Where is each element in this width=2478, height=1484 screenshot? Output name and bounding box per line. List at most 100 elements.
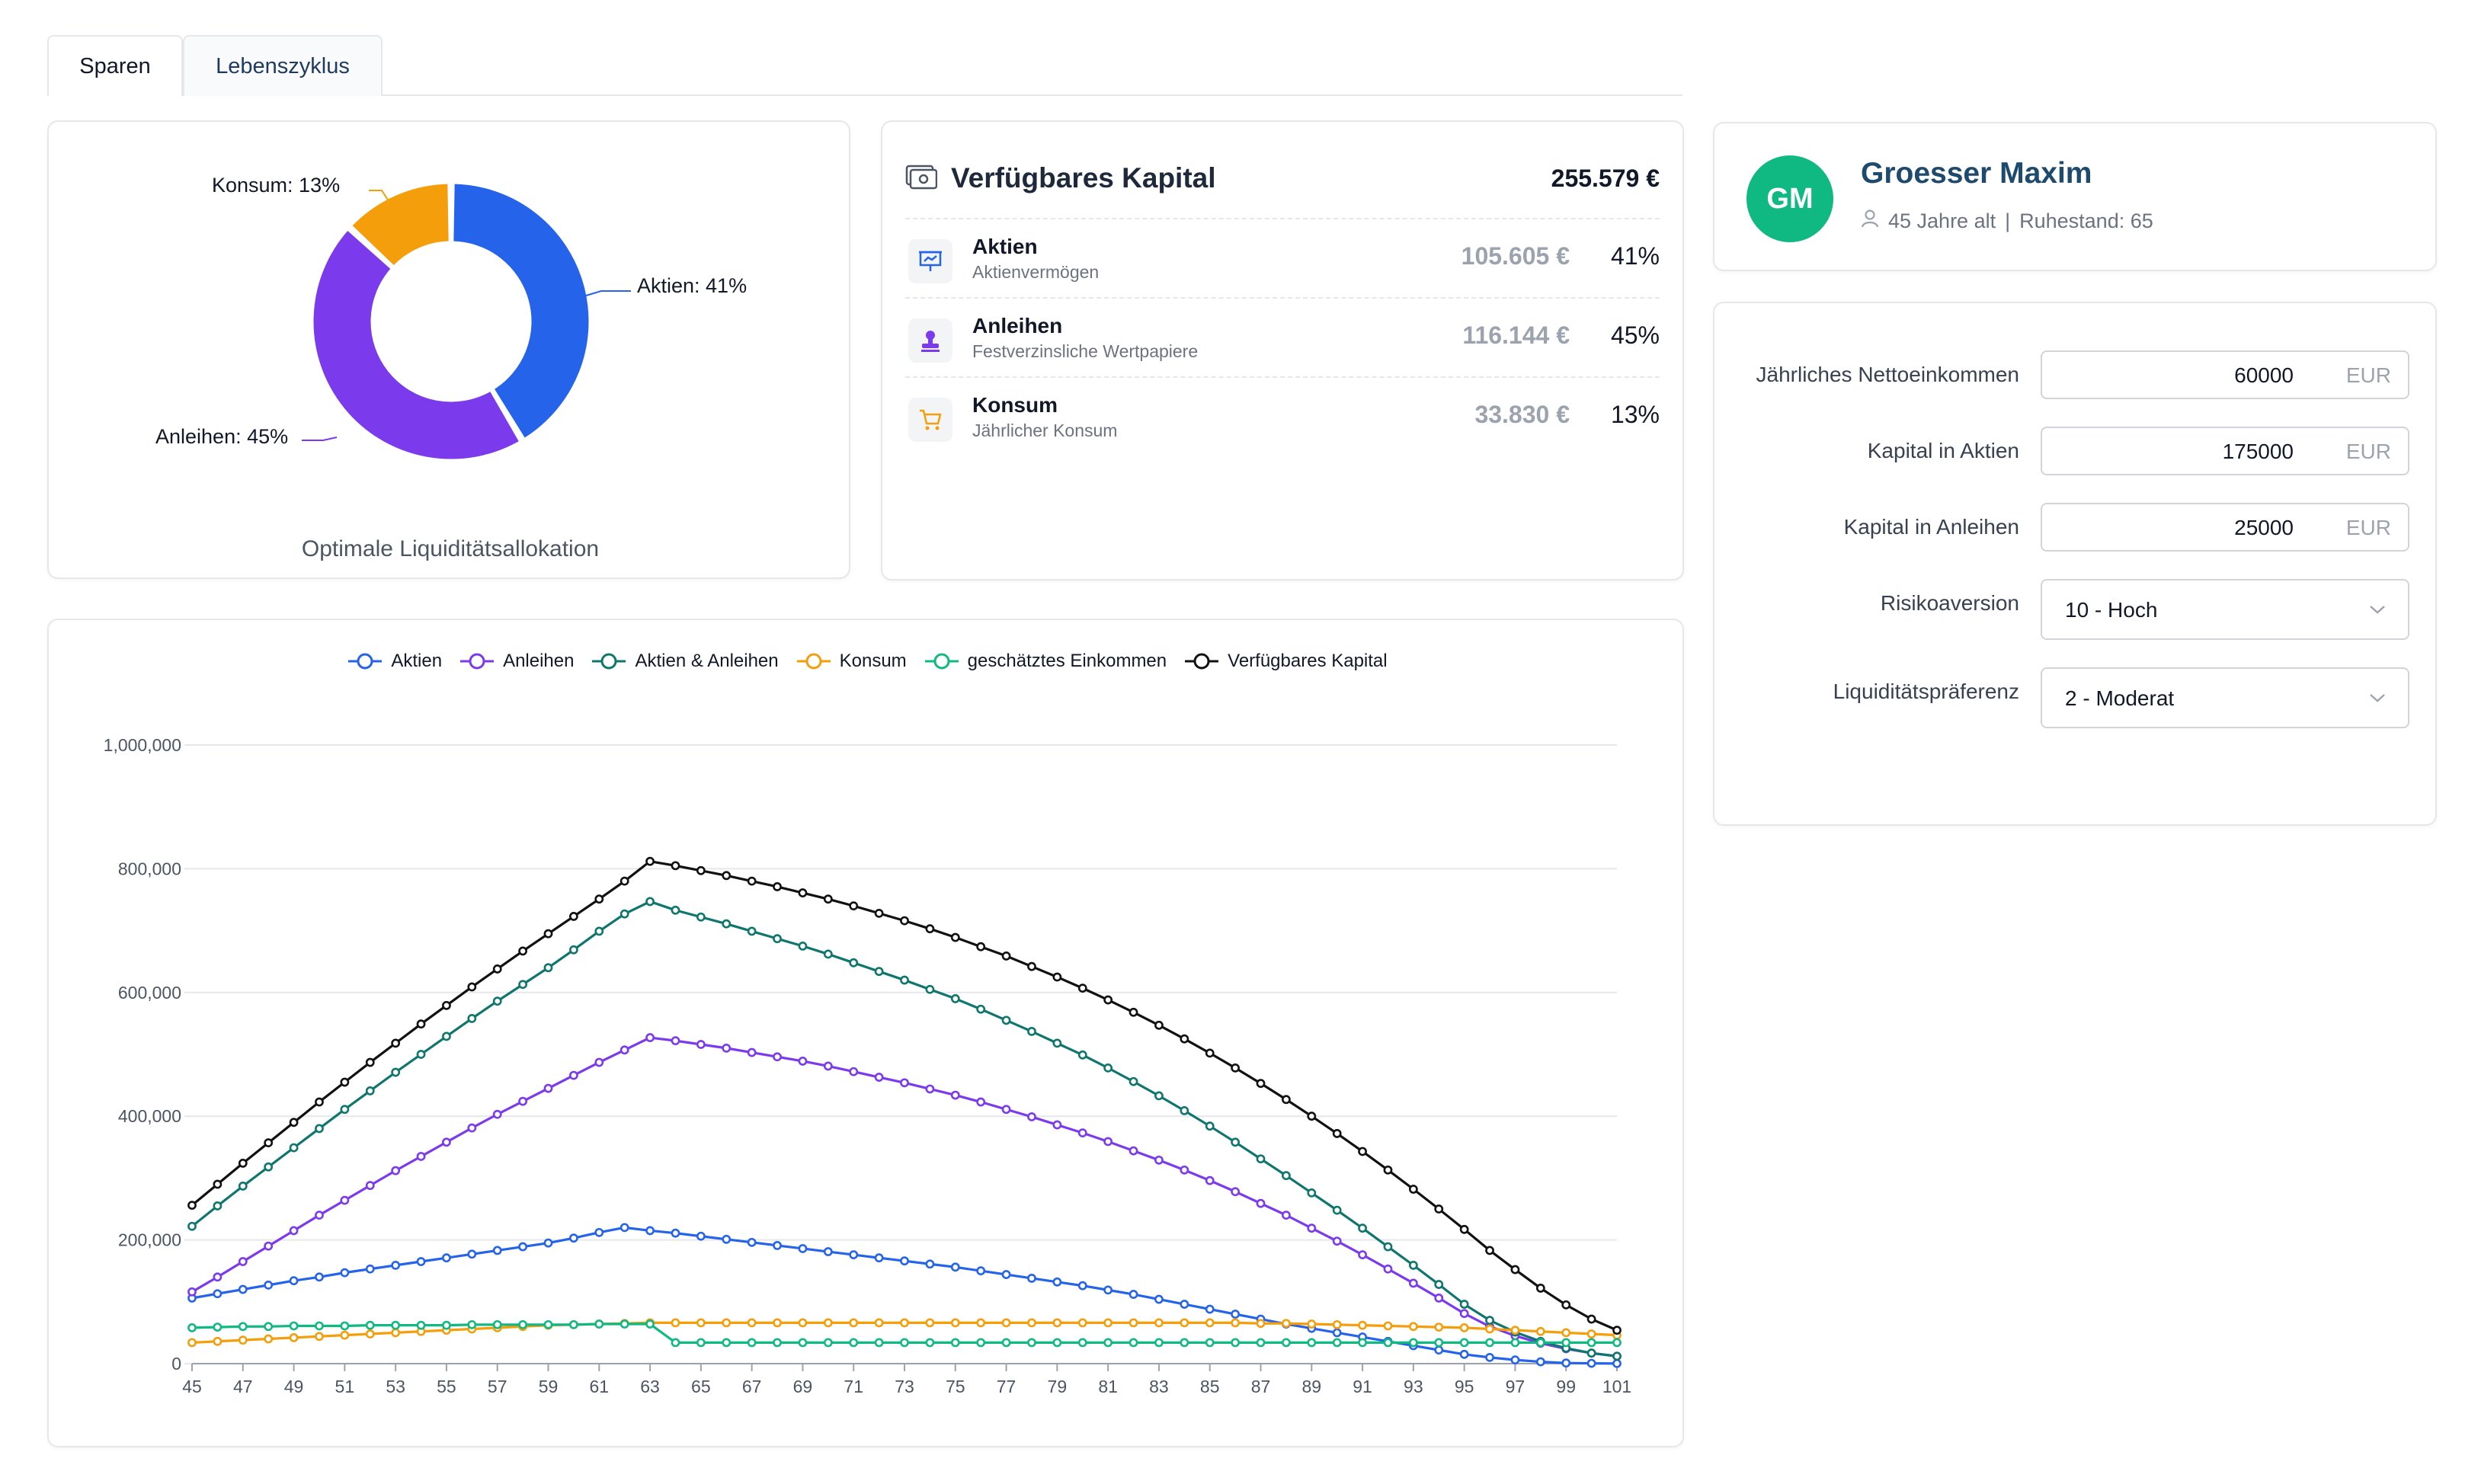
data-point[interactable] bbox=[1027, 1338, 1036, 1348]
data-point[interactable] bbox=[620, 1045, 629, 1055]
data-point[interactable] bbox=[340, 1321, 350, 1331]
data-point[interactable] bbox=[1307, 1319, 1317, 1329]
data-point[interactable] bbox=[874, 1253, 884, 1263]
data-point[interactable] bbox=[1281, 1171, 1291, 1181]
data-point[interactable] bbox=[1231, 1338, 1241, 1348]
data-point[interactable] bbox=[1434, 1280, 1444, 1289]
risk-select[interactable]: 10 - Hoch bbox=[2041, 579, 2409, 640]
data-point[interactable] bbox=[1586, 1314, 1596, 1324]
data-point[interactable] bbox=[1256, 1338, 1266, 1348]
data-point[interactable] bbox=[492, 1319, 502, 1329]
data-point[interactable] bbox=[1510, 1265, 1520, 1275]
data-point[interactable] bbox=[187, 1201, 197, 1211]
data-point[interactable] bbox=[1561, 1300, 1571, 1310]
data-point[interactable] bbox=[849, 1318, 859, 1328]
data-point[interactable] bbox=[925, 984, 935, 994]
data-point[interactable] bbox=[1154, 1020, 1164, 1030]
data-point[interactable] bbox=[620, 909, 629, 919]
data-point[interactable] bbox=[1205, 1304, 1215, 1314]
data-point[interactable] bbox=[1052, 972, 1062, 982]
data-point[interactable] bbox=[1535, 1338, 1545, 1348]
data-point[interactable] bbox=[238, 1322, 248, 1332]
data-point[interactable] bbox=[391, 1320, 401, 1330]
data-point[interactable] bbox=[289, 1321, 299, 1331]
data-point[interactable] bbox=[416, 1257, 426, 1266]
data-point[interactable] bbox=[849, 1067, 859, 1076]
data-point[interactable] bbox=[365, 1181, 375, 1191]
data-point[interactable] bbox=[1459, 1224, 1469, 1234]
data-point[interactable] bbox=[722, 1318, 732, 1328]
data-point[interactable] bbox=[1307, 1111, 1317, 1121]
data-point[interactable] bbox=[1307, 1338, 1317, 1348]
data-point[interactable] bbox=[365, 1329, 375, 1338]
data-point[interactable] bbox=[874, 967, 884, 977]
data-point[interactable] bbox=[900, 1318, 909, 1328]
data-point[interactable] bbox=[340, 1105, 350, 1115]
data-point[interactable] bbox=[1383, 1242, 1393, 1252]
data-point[interactable] bbox=[289, 1276, 299, 1286]
data-point[interactable] bbox=[416, 1050, 426, 1059]
data-point[interactable] bbox=[798, 1244, 808, 1253]
data-point[interactable] bbox=[747, 1338, 757, 1348]
data-point[interactable] bbox=[645, 856, 655, 866]
data-point[interactable] bbox=[1459, 1300, 1469, 1309]
data-point[interactable] bbox=[773, 1318, 782, 1328]
data-point[interactable] bbox=[1434, 1204, 1444, 1214]
data-point[interactable] bbox=[823, 894, 833, 904]
data-point[interactable] bbox=[645, 1226, 655, 1236]
data-point[interactable] bbox=[1205, 1121, 1215, 1131]
data-point[interactable] bbox=[696, 1040, 706, 1049]
data-point[interactable] bbox=[543, 963, 553, 973]
data-point[interactable] bbox=[1485, 1246, 1494, 1255]
data-point[interactable] bbox=[213, 1272, 223, 1282]
data-point[interactable] bbox=[1332, 1328, 1342, 1338]
data-point[interactable] bbox=[442, 1253, 451, 1263]
data-point[interactable] bbox=[594, 1319, 604, 1329]
data-point[interactable] bbox=[391, 1166, 401, 1175]
data-point[interactable] bbox=[976, 1338, 986, 1348]
data-point[interactable] bbox=[568, 1070, 578, 1080]
pie-slice-anleihen[interactable] bbox=[311, 227, 522, 462]
data-point[interactable] bbox=[849, 901, 859, 911]
data-point[interactable] bbox=[1332, 1236, 1342, 1246]
data-point[interactable] bbox=[620, 1319, 629, 1329]
data-point[interactable] bbox=[416, 1320, 426, 1330]
data-point[interactable] bbox=[976, 1266, 986, 1276]
data-point[interactable] bbox=[798, 888, 808, 897]
data-point[interactable] bbox=[976, 942, 986, 951]
data-point[interactable] bbox=[1231, 1063, 1241, 1073]
data-point[interactable] bbox=[289, 1118, 299, 1127]
data-point[interactable] bbox=[1612, 1351, 1622, 1361]
legend-item[interactable]: Verfügbares Kapital bbox=[1183, 651, 1388, 672]
data-point[interactable] bbox=[1408, 1260, 1418, 1270]
data-point[interactable] bbox=[696, 1338, 706, 1348]
data-point[interactable] bbox=[1052, 1318, 1062, 1328]
data-point[interactable] bbox=[1077, 1318, 1087, 1328]
data-point[interactable] bbox=[315, 1272, 324, 1282]
data-point[interactable] bbox=[823, 949, 833, 959]
data-point[interactable] bbox=[950, 1318, 960, 1328]
data-point[interactable] bbox=[492, 964, 502, 974]
data-point[interactable] bbox=[1103, 995, 1113, 1005]
data-point[interactable] bbox=[1103, 1137, 1113, 1147]
data-point[interactable] bbox=[849, 1250, 859, 1259]
data-point[interactable] bbox=[747, 876, 757, 886]
data-point[interactable] bbox=[518, 946, 528, 956]
data-point[interactable] bbox=[1383, 1264, 1393, 1274]
data-point[interactable] bbox=[1001, 1015, 1011, 1025]
data-point[interactable] bbox=[1307, 1188, 1317, 1198]
data-point[interactable] bbox=[1129, 1146, 1138, 1156]
data-point[interactable] bbox=[238, 1257, 248, 1266]
data-point[interactable] bbox=[187, 1287, 197, 1297]
data-point[interactable] bbox=[671, 1228, 680, 1238]
data-point[interactable] bbox=[1612, 1326, 1622, 1335]
data-point[interactable] bbox=[213, 1289, 223, 1299]
data-point[interactable] bbox=[1180, 1318, 1189, 1328]
data-point[interactable] bbox=[1485, 1352, 1494, 1362]
bonds-input[interactable]: 25000 EUR bbox=[2041, 503, 2409, 552]
data-point[interactable] bbox=[1027, 1112, 1036, 1121]
data-point[interactable] bbox=[391, 1038, 401, 1048]
data-point[interactable] bbox=[594, 1227, 604, 1237]
legend-item[interactable]: Aktien bbox=[347, 651, 442, 672]
data-point[interactable] bbox=[264, 1322, 274, 1332]
